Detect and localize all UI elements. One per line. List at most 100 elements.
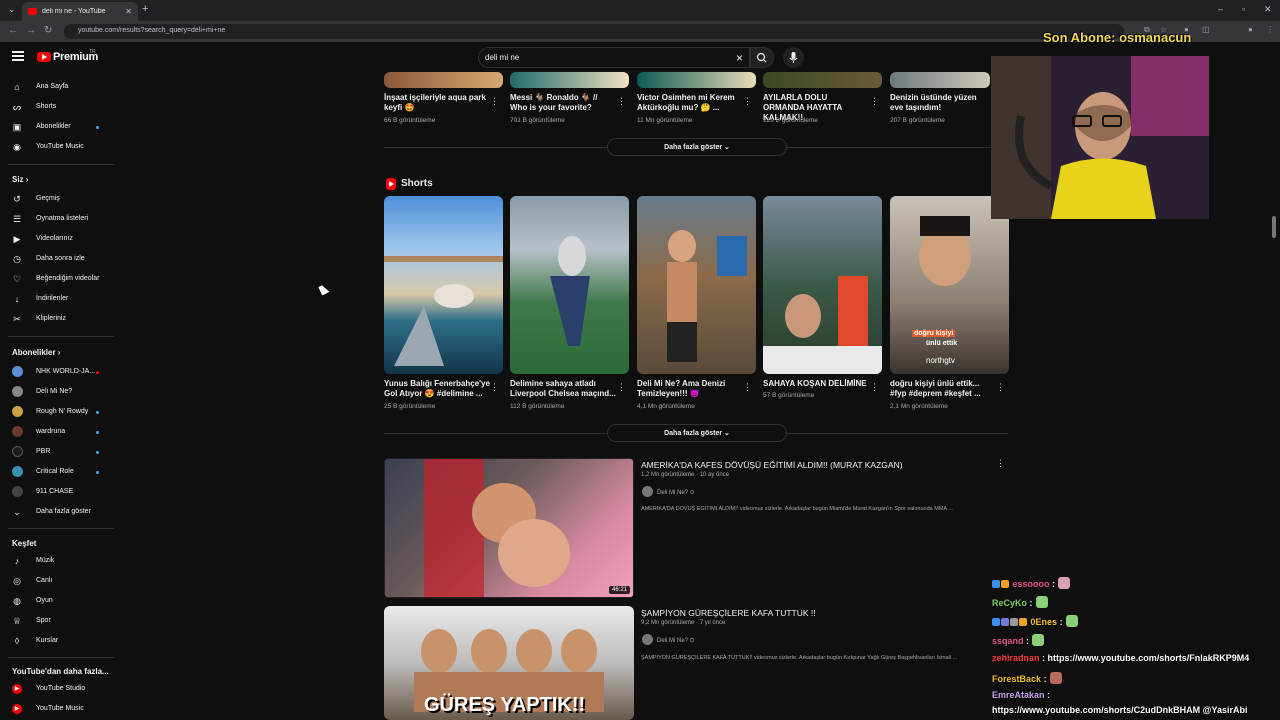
more-options-icon[interactable]: ⋮	[490, 96, 499, 107]
more-options-icon[interactable]: ⋮	[490, 382, 499, 393]
profile-icon[interactable]: ●	[1248, 25, 1253, 34]
channel-name[interactable]: Deli Mi Ne? ⊙	[657, 489, 695, 496]
sidebar-you-heading[interactable]: Siz ›	[12, 175, 28, 184]
short-thumbnail[interactable]: doğru kişiyi ünlü ettik northgtv	[890, 196, 1009, 374]
search-box[interactable]: ×	[478, 47, 750, 68]
sidebar-item-live[interactable]: ◎ Canlı	[0, 571, 118, 591]
video-title[interactable]: Messi 🐐 Ronaldo 🐐 // Who is your favorit…	[510, 93, 616, 113]
window-close-icon[interactable]: ✕	[1264, 4, 1272, 15]
sidebar-item-history[interactable]: ↺ Geçmiş	[0, 189, 118, 209]
more-options-icon[interactable]: ⋮	[743, 96, 752, 107]
more-options-icon[interactable]: ⋮	[996, 382, 1005, 393]
sidebar-item-youtube-music[interactable]: ◉ YouTube Music	[0, 137, 118, 157]
video-thumbnail[interactable]: 46:21	[384, 458, 634, 598]
sidebar-item-liked[interactable]: ♡ Beğendiğim videolar	[0, 269, 118, 289]
browser-tab[interactable]: deli mi ne - YouTube ✕	[22, 2, 138, 21]
back-icon[interactable]: ←	[8, 25, 18, 36]
tab-close-icon[interactable]: ✕	[125, 7, 132, 16]
short-title[interactable]: Deli Mi Ne? Ama Denizi Temizleyen!!! 😈	[637, 379, 743, 399]
page-scrollbar[interactable]	[1272, 216, 1276, 238]
more-options-icon[interactable]: ⋮	[617, 96, 626, 107]
sidebar-sub-wardruna[interactable]: wardruna	[0, 422, 118, 442]
channel-avatar[interactable]	[642, 634, 653, 645]
search-input[interactable]	[485, 53, 715, 62]
video-title[interactable]: AMERİKA'DA KAFES DÖVÜŞÜ EĞİTİMİ ALDIM!! …	[641, 460, 903, 470]
sidebar-item-sports[interactable]: ♕ Spor	[0, 611, 118, 631]
chrome-menu-icon[interactable]: ⋮	[1266, 25, 1274, 34]
video-thumbnail[interactable]	[890, 72, 990, 88]
short-thumbnail[interactable]	[510, 196, 629, 374]
video-title[interactable]: Denizin üstünde yüzen eve taşındım!	[890, 93, 990, 113]
sidebar-item-clips[interactable]: ✂ Klipleriniz	[0, 309, 118, 329]
sidebar-item-subscriptions[interactable]: ▣ Abonelikler	[0, 117, 118, 137]
reload-icon[interactable]: ↻	[44, 25, 52, 36]
sidebar-subscriptions-heading[interactable]: Abonelikler ›	[12, 348, 60, 357]
maximize-icon[interactable]: ▫	[1242, 4, 1245, 14]
sidebar-item-shorts[interactable]: ᔕ Shorts	[0, 97, 118, 117]
more-options-icon[interactable]: ⋮	[617, 382, 626, 393]
music-icon: ◉	[13, 142, 21, 152]
video-thumbnail[interactable]	[763, 72, 882, 88]
sidebar-item-watch-later[interactable]: ◷ Daha sonra izle	[0, 249, 118, 269]
sidebar-sub-911-chase[interactable]: 911 CHASE	[0, 482, 118, 502]
sidebar-item-label: YouTube Music	[36, 705, 84, 712]
voice-search-button[interactable]	[783, 47, 804, 68]
sidebar-item-home[interactable]: ⌂ Ana Sayfa	[0, 77, 118, 97]
channel-avatar[interactable]	[642, 486, 653, 497]
chat-message: ForestBack :	[992, 672, 1062, 684]
youtube-logo-icon[interactable]	[37, 52, 51, 62]
more-options-icon[interactable]: ⋮	[996, 458, 1005, 469]
short-thumbnail[interactable]	[384, 196, 503, 374]
video-title[interactable]: Victor Osimhen mi Kerem Aktürkoğlu mu? 🤔…	[637, 93, 743, 113]
clear-icon[interactable]: ×	[736, 51, 743, 65]
avatar	[12, 466, 23, 477]
extensions-puzzle-icon[interactable]: ◫	[1202, 25, 1210, 34]
sidebar-sub-pbr[interactable]: PBR	[0, 442, 118, 462]
sidebar-sub-critical-role[interactable]: Critical Role	[0, 462, 118, 482]
search-button[interactable]	[750, 47, 774, 68]
video-thumbnail[interactable]	[637, 72, 756, 88]
short-thumbnail[interactable]	[763, 196, 882, 374]
sidebar-item-downloads[interactable]: ↓ İndirilenler	[0, 289, 118, 309]
minimize-icon[interactable]: –	[1218, 4, 1223, 14]
more-options-icon[interactable]: ⋮	[870, 382, 879, 393]
sidebar-sub-rough-n-rowdy[interactable]: Rough N' Rowdy	[0, 402, 118, 422]
short-title[interactable]: Yunus Balığı Fenerbahçe'ye Gol Atıyor 😍 …	[384, 379, 490, 399]
show-more-button[interactable]: Daha fazla göster ⌄	[607, 424, 787, 442]
show-more-button[interactable]: Daha fazla göster ⌄	[607, 138, 787, 156]
sidebar-item-gaming[interactable]: ◍ Oyun	[0, 591, 118, 611]
new-tab-icon[interactable]: +	[142, 3, 148, 15]
sidebar-item-music[interactable]: ♪ Müzik	[0, 551, 118, 571]
sidebar-item-your-videos[interactable]: ▶ Videolarınız	[0, 229, 118, 249]
omnibox[interactable]: youtube.com/results?search_query=deli+mi…	[64, 24, 1124, 39]
sidebar-item-courses[interactable]: ◊ Kurslar	[0, 631, 118, 651]
chat-badge-icon	[1019, 618, 1027, 626]
microphone-icon	[789, 52, 798, 63]
channel-name[interactable]: Deli Mi Ne? ⊙	[657, 637, 695, 644]
sidebar-item-playlists[interactable]: ☰ Oynatma listeleri	[0, 209, 118, 229]
menu-icon[interactable]	[12, 51, 24, 61]
download-icon: ↓	[14, 294, 20, 304]
sidebar-show-more[interactable]: ⌄ Daha fazla göster	[0, 502, 118, 522]
video-thumbnail[interactable]: GÜREŞ YAPTIK!!	[384, 606, 634, 720]
url-text[interactable]: youtube.com/results?search_query=deli+mi…	[78, 27, 225, 34]
video-title[interactable]: ŞAMPİYON GÜREŞÇİLERE KAFA TUTTUK !!	[641, 608, 816, 618]
sidebar-item-youtube-studio[interactable]: ▶ YouTube Studio	[0, 679, 118, 699]
short-thumbnail[interactable]	[637, 196, 756, 374]
short-title[interactable]: SAHAYA KOŞAN DELİMİNE	[763, 379, 869, 389]
video-views: 229 B görüntüleme	[763, 117, 818, 124]
short-title[interactable]: doğru kişiyi ünlü ettik... #fyp #deprem …	[890, 379, 996, 399]
sidebar-sub-nhk[interactable]: NHK WORLD-JA...	[0, 362, 118, 382]
more-options-icon[interactable]: ⋮	[743, 382, 752, 393]
avatar	[12, 386, 23, 397]
sidebar-item-youtube-music-2[interactable]: ▶ YouTube Music	[0, 699, 118, 719]
sidebar-sub-deli-mi-ne[interactable]: Deli Mi Ne?	[0, 382, 118, 402]
forward-icon[interactable]: →	[26, 25, 36, 36]
chat-message: 0Enes :	[992, 615, 1078, 627]
more-options-icon[interactable]: ⋮	[870, 96, 879, 107]
tab-search-icon[interactable]: ⌄	[8, 4, 16, 15]
video-title[interactable]: İnşaat işçileriyle aqua park keyfi 🤩	[384, 93, 490, 113]
video-thumbnail[interactable]	[384, 72, 503, 88]
short-title[interactable]: Delimine sahaya atladı Liverpool Chelsea…	[510, 379, 616, 399]
video-thumbnail[interactable]	[510, 72, 629, 88]
